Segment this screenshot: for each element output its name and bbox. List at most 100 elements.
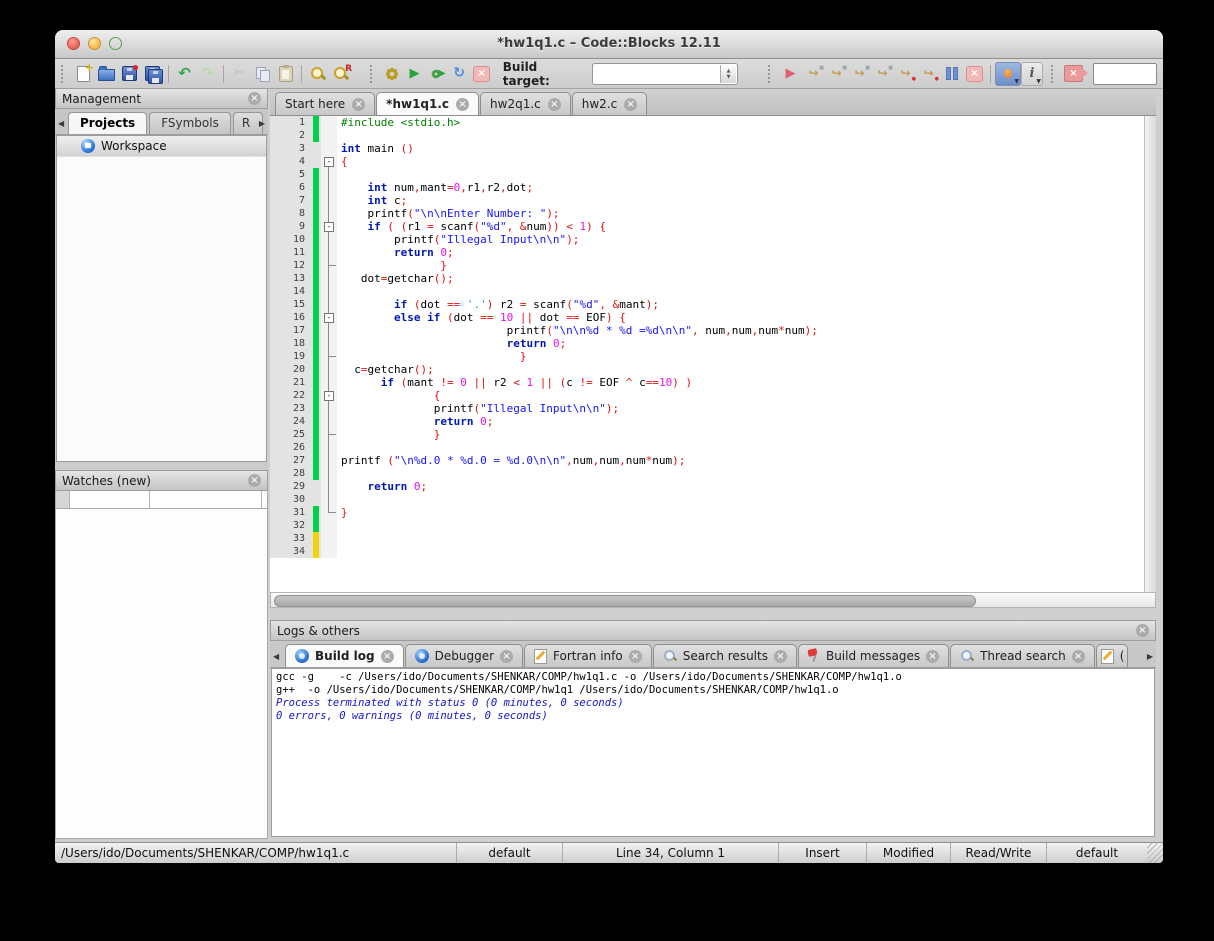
code-text[interactable]: if (mant != 0 || r2 < 1 || (c != EOF ^ c…	[337, 376, 1144, 389]
various-info-button[interactable]: i ▼	[1021, 61, 1043, 86]
line-number[interactable]: 33	[270, 532, 312, 545]
code-text[interactable]: }	[337, 350, 1144, 363]
code-text[interactable]: printf("\n\nEnter Number: ");	[337, 207, 1144, 220]
code-text[interactable]	[337, 467, 1144, 480]
tab-close-icon[interactable]: ×	[352, 97, 366, 111]
toolbar-grip[interactable]	[61, 64, 67, 83]
code-text[interactable]: printf("Illegal Input\n\n");	[337, 233, 1144, 246]
scroll-left-icon[interactable]: ◀	[273, 652, 279, 661]
build-button[interactable]	[381, 63, 403, 85]
code-text[interactable]: }	[337, 428, 1144, 441]
line-number[interactable]: 7	[270, 194, 312, 207]
tab-close-icon[interactable]: ×	[1071, 649, 1085, 663]
line-number[interactable]: 4	[270, 155, 312, 168]
line-number[interactable]: 12	[270, 259, 312, 272]
code-text[interactable]: return 0;	[337, 415, 1144, 428]
line-number[interactable]: 5	[270, 168, 312, 181]
undo-button[interactable]: ↶	[173, 63, 196, 85]
watches-column[interactable]	[262, 491, 267, 508]
tab-close-icon[interactable]: ×	[926, 649, 940, 663]
scrollbar-thumb[interactable]	[274, 595, 976, 607]
line-number[interactable]: 16	[270, 311, 312, 324]
tab-close-icon[interactable]: ×	[773, 649, 787, 663]
line-number[interactable]: 18	[270, 337, 312, 350]
code-text[interactable]: return 0;	[337, 246, 1144, 259]
line-number[interactable]: 11	[270, 246, 312, 259]
watches-column[interactable]	[70, 491, 150, 508]
code-text[interactable]: printf("\n\n%d * %d =%d\n\n", num,num,nu…	[337, 324, 1144, 337]
code-text[interactable]: int c;	[337, 194, 1144, 207]
line-number[interactable]: 32	[270, 519, 312, 532]
line-number[interactable]: 20	[270, 363, 312, 376]
line-number[interactable]: 13	[270, 272, 312, 285]
tab-close-icon[interactable]: ×	[500, 649, 514, 663]
code-text[interactable]	[337, 519, 1144, 532]
logs-tab-build-messages[interactable]: Build messages ×	[797, 644, 950, 667]
fold-margin[interactable]: -	[321, 155, 337, 168]
code-text[interactable]: }	[337, 259, 1144, 272]
line-number[interactable]: 28	[270, 467, 312, 480]
run-to-cursor-button[interactable]: ↪ ■	[802, 63, 825, 85]
fold-margin[interactable]: -	[321, 389, 337, 402]
editor-horizontal-scrollbar[interactable]	[270, 592, 1156, 608]
watches-column[interactable]	[150, 491, 262, 508]
line-number[interactable]: 8	[270, 207, 312, 220]
code-text[interactable]: printf("Illegal Input\n\n");	[337, 402, 1144, 415]
workspace-tree-item[interactable]: Workspace	[57, 136, 266, 157]
paste-button[interactable]	[274, 63, 297, 85]
line-number[interactable]: 24	[270, 415, 312, 428]
code-editor[interactable]: 1 #include <stdio.h> 2 3 int main () 4-{5 6 in…	[270, 116, 1156, 592]
line-number[interactable]: 27	[270, 454, 312, 467]
resize-grip[interactable]	[1147, 843, 1163, 863]
editor-tab[interactable]: hw2q1.c ×	[480, 92, 571, 115]
fold-margin[interactable]: -	[321, 220, 337, 233]
editor-tab[interactable]: hw2.c ×	[571, 92, 648, 115]
code-text[interactable]: if (dot == '.') r2 = scanf("%d", &mant);	[337, 298, 1144, 311]
code-text[interactable]: int num,mant=0,r1,r2,dot;	[337, 181, 1144, 194]
line-number[interactable]: 3	[270, 142, 312, 155]
line-number[interactable]: 15	[270, 298, 312, 311]
logs-tab-build-log[interactable]: Build log ×	[285, 644, 404, 667]
line-number[interactable]: 34	[270, 545, 312, 558]
step-into-button[interactable]: ↪ ■	[848, 63, 871, 85]
watches-caption[interactable]: Watches (new) ×	[55, 470, 268, 491]
code-text[interactable]: }	[337, 506, 1144, 519]
redo-button[interactable]: ↷	[196, 63, 219, 85]
tab-close-icon[interactable]: ×	[624, 97, 638, 111]
build-and-run-button[interactable]: ▶	[426, 63, 448, 85]
code-text[interactable]: int main ()	[337, 142, 1144, 155]
logs-tab-thread-search[interactable]: Thread search ×	[950, 644, 1095, 667]
step-into-instruction-button[interactable]: ↪ ●	[917, 63, 940, 85]
debugging-windows-button[interactable]: ▼	[995, 61, 1021, 86]
code-text[interactable]: {	[337, 389, 1144, 402]
logs-caption[interactable]: Logs & others ×	[270, 620, 1156, 641]
line-number[interactable]: 30	[270, 493, 312, 506]
save-all-button[interactable]	[141, 63, 164, 85]
copy-button[interactable]	[251, 63, 274, 85]
watches-close-icon[interactable]: ×	[248, 474, 261, 487]
editor-tab[interactable]: *hw1q1.c ×	[376, 92, 480, 115]
line-number[interactable]: 9	[270, 220, 312, 233]
tab-close-icon[interactable]: ×	[380, 649, 394, 663]
code-text[interactable]: #include <stdio.h>	[337, 116, 1144, 129]
tab-close-icon[interactable]: ×	[628, 649, 642, 663]
code-text[interactable]	[337, 545, 1144, 558]
line-number[interactable]: 25	[270, 428, 312, 441]
fold-margin[interactable]: -	[321, 311, 337, 324]
run-button[interactable]: ▶	[403, 63, 425, 85]
next-instruction-button[interactable]: ↪ ●	[894, 63, 917, 85]
code-text[interactable]: return 0;	[337, 337, 1144, 350]
management-caption[interactable]: Management ×	[55, 88, 268, 109]
code-text[interactable]	[337, 493, 1144, 506]
line-number[interactable]: 31	[270, 506, 312, 519]
management-close-icon[interactable]: ×	[248, 92, 261, 105]
code-text[interactable]	[337, 129, 1144, 142]
line-number[interactable]: 2	[270, 129, 312, 142]
line-number[interactable]: 23	[270, 402, 312, 415]
build-log-output[interactable]: gcc -g -c /Users/ido/Documents/SHENKAR/C…	[271, 668, 1155, 837]
line-number[interactable]: 17	[270, 324, 312, 337]
code-text[interactable]	[337, 441, 1144, 454]
debug-continue-button[interactable]: ▶	[779, 63, 802, 85]
window-titlebar[interactable]: *hw1q1.c – Code::Blocks 12.11	[55, 30, 1163, 59]
editor-vertical-scrollbar[interactable]	[1144, 116, 1156, 592]
